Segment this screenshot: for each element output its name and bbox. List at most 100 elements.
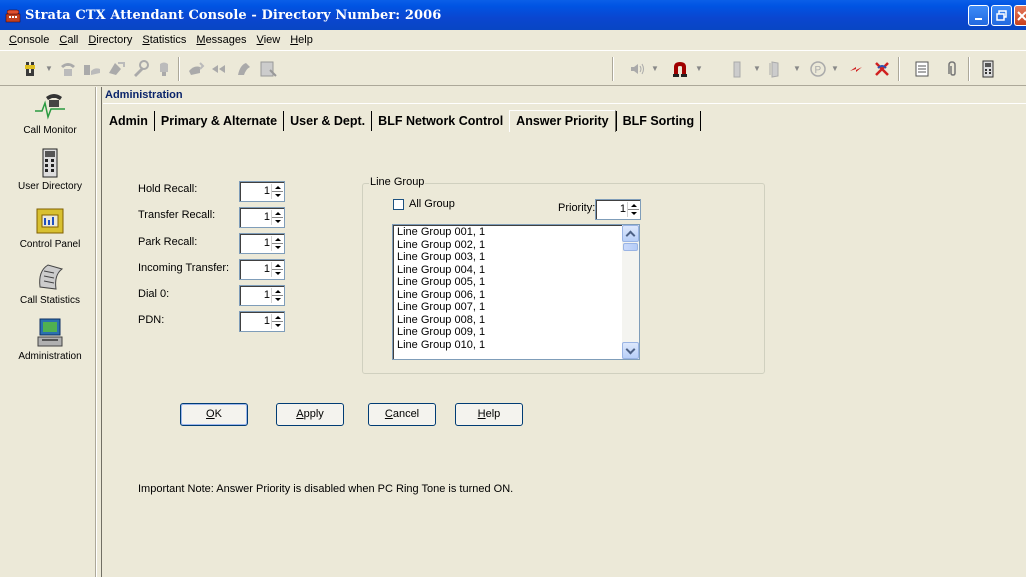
close-button[interactable] <box>1014 5 1026 26</box>
sidebar-item-control-panel[interactable]: Control Panel <box>4 205 96 250</box>
open-door-icon[interactable] <box>766 59 786 79</box>
pdn-spinner[interactable]: 1 <box>239 311 285 332</box>
sidebar-item-administration[interactable]: Administration <box>4 317 96 362</box>
spin-arrows-icon[interactable] <box>271 210 283 225</box>
scroll-up-button[interactable] <box>622 225 639 242</box>
menu-messages[interactable]: Messages <box>191 34 251 46</box>
all-group-label: All Group <box>409 198 455 210</box>
menu-directory[interactable]: Directory <box>83 34 137 46</box>
call-monitor-icon <box>35 94 65 120</box>
control-panel-icon <box>36 208 64 234</box>
tab-blf-sorting[interactable]: BLF Sorting <box>615 111 702 131</box>
menu-call[interactable]: Call <box>54 34 83 46</box>
park-icon[interactable]: P <box>808 59 828 79</box>
list-item[interactable]: Line Group 010, 1 <box>393 339 639 352</box>
menu-view[interactable]: View <box>252 34 286 46</box>
user-directory-icon <box>42 148 58 178</box>
list-item[interactable]: Line Group 006, 1 <box>393 289 639 302</box>
magnet-dropdown[interactable]: ▼ <box>694 59 704 79</box>
line-group-list[interactable]: Line Group 001, 1 Line Group 002, 1 Line… <box>392 224 640 360</box>
notepad-icon[interactable] <box>912 59 932 79</box>
tab-admin[interactable]: Admin <box>103 111 155 131</box>
disconnect-icon[interactable] <box>872 59 892 79</box>
transfer-recall-label: Transfer Recall: <box>138 209 216 221</box>
priority-spinner[interactable]: 1 <box>595 199 641 220</box>
list-item[interactable]: Line Group 007, 1 <box>393 301 639 314</box>
release-icon[interactable] <box>82 59 102 79</box>
list-item[interactable]: Line Group 003, 1 <box>393 251 639 264</box>
hold-recall-spinner[interactable]: 1 <box>239 181 285 202</box>
spin-arrows-icon[interactable] <box>271 288 283 303</box>
tab-blf-network-control[interactable]: BLF Network Control <box>372 111 509 131</box>
tools-icon[interactable] <box>130 59 150 79</box>
sidebar-item-call-monitor[interactable]: Call Monitor <box>4 91 96 136</box>
door-dropdown[interactable]: ▼ <box>752 59 762 79</box>
list-scrollbar[interactable] <box>622 225 639 359</box>
tab-user-dept[interactable]: User & Dept. <box>284 111 373 131</box>
cancel-button[interactable]: Cancel <box>368 403 436 426</box>
volume-dropdown[interactable]: ▼ <box>650 59 660 79</box>
hold-icon[interactable] <box>106 59 126 79</box>
title-bar[interactable]: Strata CTX Attendant Console - Directory… <box>0 0 1026 30</box>
forward-icon[interactable] <box>210 59 230 79</box>
spin-arrows-icon[interactable] <box>271 262 283 277</box>
tab-primary-alternate[interactable]: Primary & Alternate <box>155 111 285 131</box>
menu-statistics[interactable]: Statistics <box>137 34 191 46</box>
transfer-recall-value: 1 <box>263 211 270 223</box>
restore-icon <box>995 9 1007 21</box>
priority-value: 1 <box>619 203 626 215</box>
all-group-checkbox[interactable] <box>393 199 404 210</box>
call-statistics-icon <box>39 264 64 290</box>
dial-0-spinner[interactable]: 1 <box>239 285 285 306</box>
scroll-thumb[interactable] <box>623 243 638 251</box>
scroll-down-button[interactable] <box>622 342 639 359</box>
transfer-recall-spinner[interactable]: 1 <box>239 207 285 228</box>
sidebar-item-call-statistics[interactable]: Call Statistics <box>4 261 96 306</box>
list-item[interactable]: Line Group 005, 1 <box>393 276 639 289</box>
incoming-transfer-label: Incoming Transfer: <box>138 262 230 274</box>
dial-0-value: 1 <box>263 289 270 301</box>
sidebar-splitter[interactable] <box>96 87 102 577</box>
park-recall-spinner[interactable]: 1 <box>239 233 285 254</box>
phone-app-icon <box>5 9 21 23</box>
restore-button[interactable] <box>991 5 1012 26</box>
park-recall-value: 1 <box>263 237 270 249</box>
sidebar-item-label: Call Statistics <box>19 295 80 306</box>
help-button[interactable]: Help <box>455 403 523 426</box>
attachment-icon[interactable] <box>942 59 962 79</box>
headset-dropdown[interactable]: ▼ <box>44 59 54 79</box>
page-icon[interactable] <box>154 59 174 79</box>
list-item[interactable]: Line Group 002, 1 <box>393 239 639 252</box>
incoming-transfer-spinner[interactable]: 1 <box>239 259 285 280</box>
magnet-icon[interactable] <box>670 59 690 79</box>
spin-arrows-icon[interactable] <box>271 314 283 329</box>
menu-console[interactable]: Console <box>4 34 54 46</box>
transfer-icon[interactable] <box>186 59 206 79</box>
door-icon[interactable] <box>728 59 748 79</box>
tab-answer-priority[interactable]: Answer Priority <box>509 110 616 132</box>
spin-arrows-icon[interactable] <box>271 236 283 251</box>
list-item[interactable]: Line Group 008, 1 <box>393 314 639 327</box>
chevron-down-icon <box>625 344 636 355</box>
directory-icon[interactable] <box>258 59 278 79</box>
conference-icon[interactable] <box>234 59 254 79</box>
list-item[interactable]: Line Group 004, 1 <box>393 264 639 277</box>
sidebar-item-user-directory[interactable]: User Directory <box>4 147 96 192</box>
open-door-dropdown[interactable]: ▼ <box>792 59 802 79</box>
park-dropdown[interactable]: ▼ <box>830 59 840 79</box>
list-item[interactable]: Line Group 009, 1 <box>393 326 639 339</box>
apply-button[interactable]: Apply <box>276 403 344 426</box>
spin-arrows-icon[interactable] <box>627 202 639 217</box>
volume-icon[interactable] <box>628 59 648 79</box>
minimize-button[interactable] <box>968 5 989 26</box>
list-item[interactable]: Line Group 001, 1 <box>393 226 639 239</box>
flash-icon[interactable] <box>846 59 866 79</box>
ok-button[interactable]: OK <box>180 403 248 426</box>
console-icon[interactable] <box>978 59 998 79</box>
incoming-transfer-value: 1 <box>263 263 270 275</box>
menu-help[interactable]: Help <box>285 34 318 46</box>
answer-icon[interactable] <box>58 59 78 79</box>
spin-arrows-icon[interactable] <box>271 184 283 199</box>
hold-recall-label: Hold Recall: <box>138 183 198 195</box>
headset-icon[interactable] <box>22 59 42 79</box>
